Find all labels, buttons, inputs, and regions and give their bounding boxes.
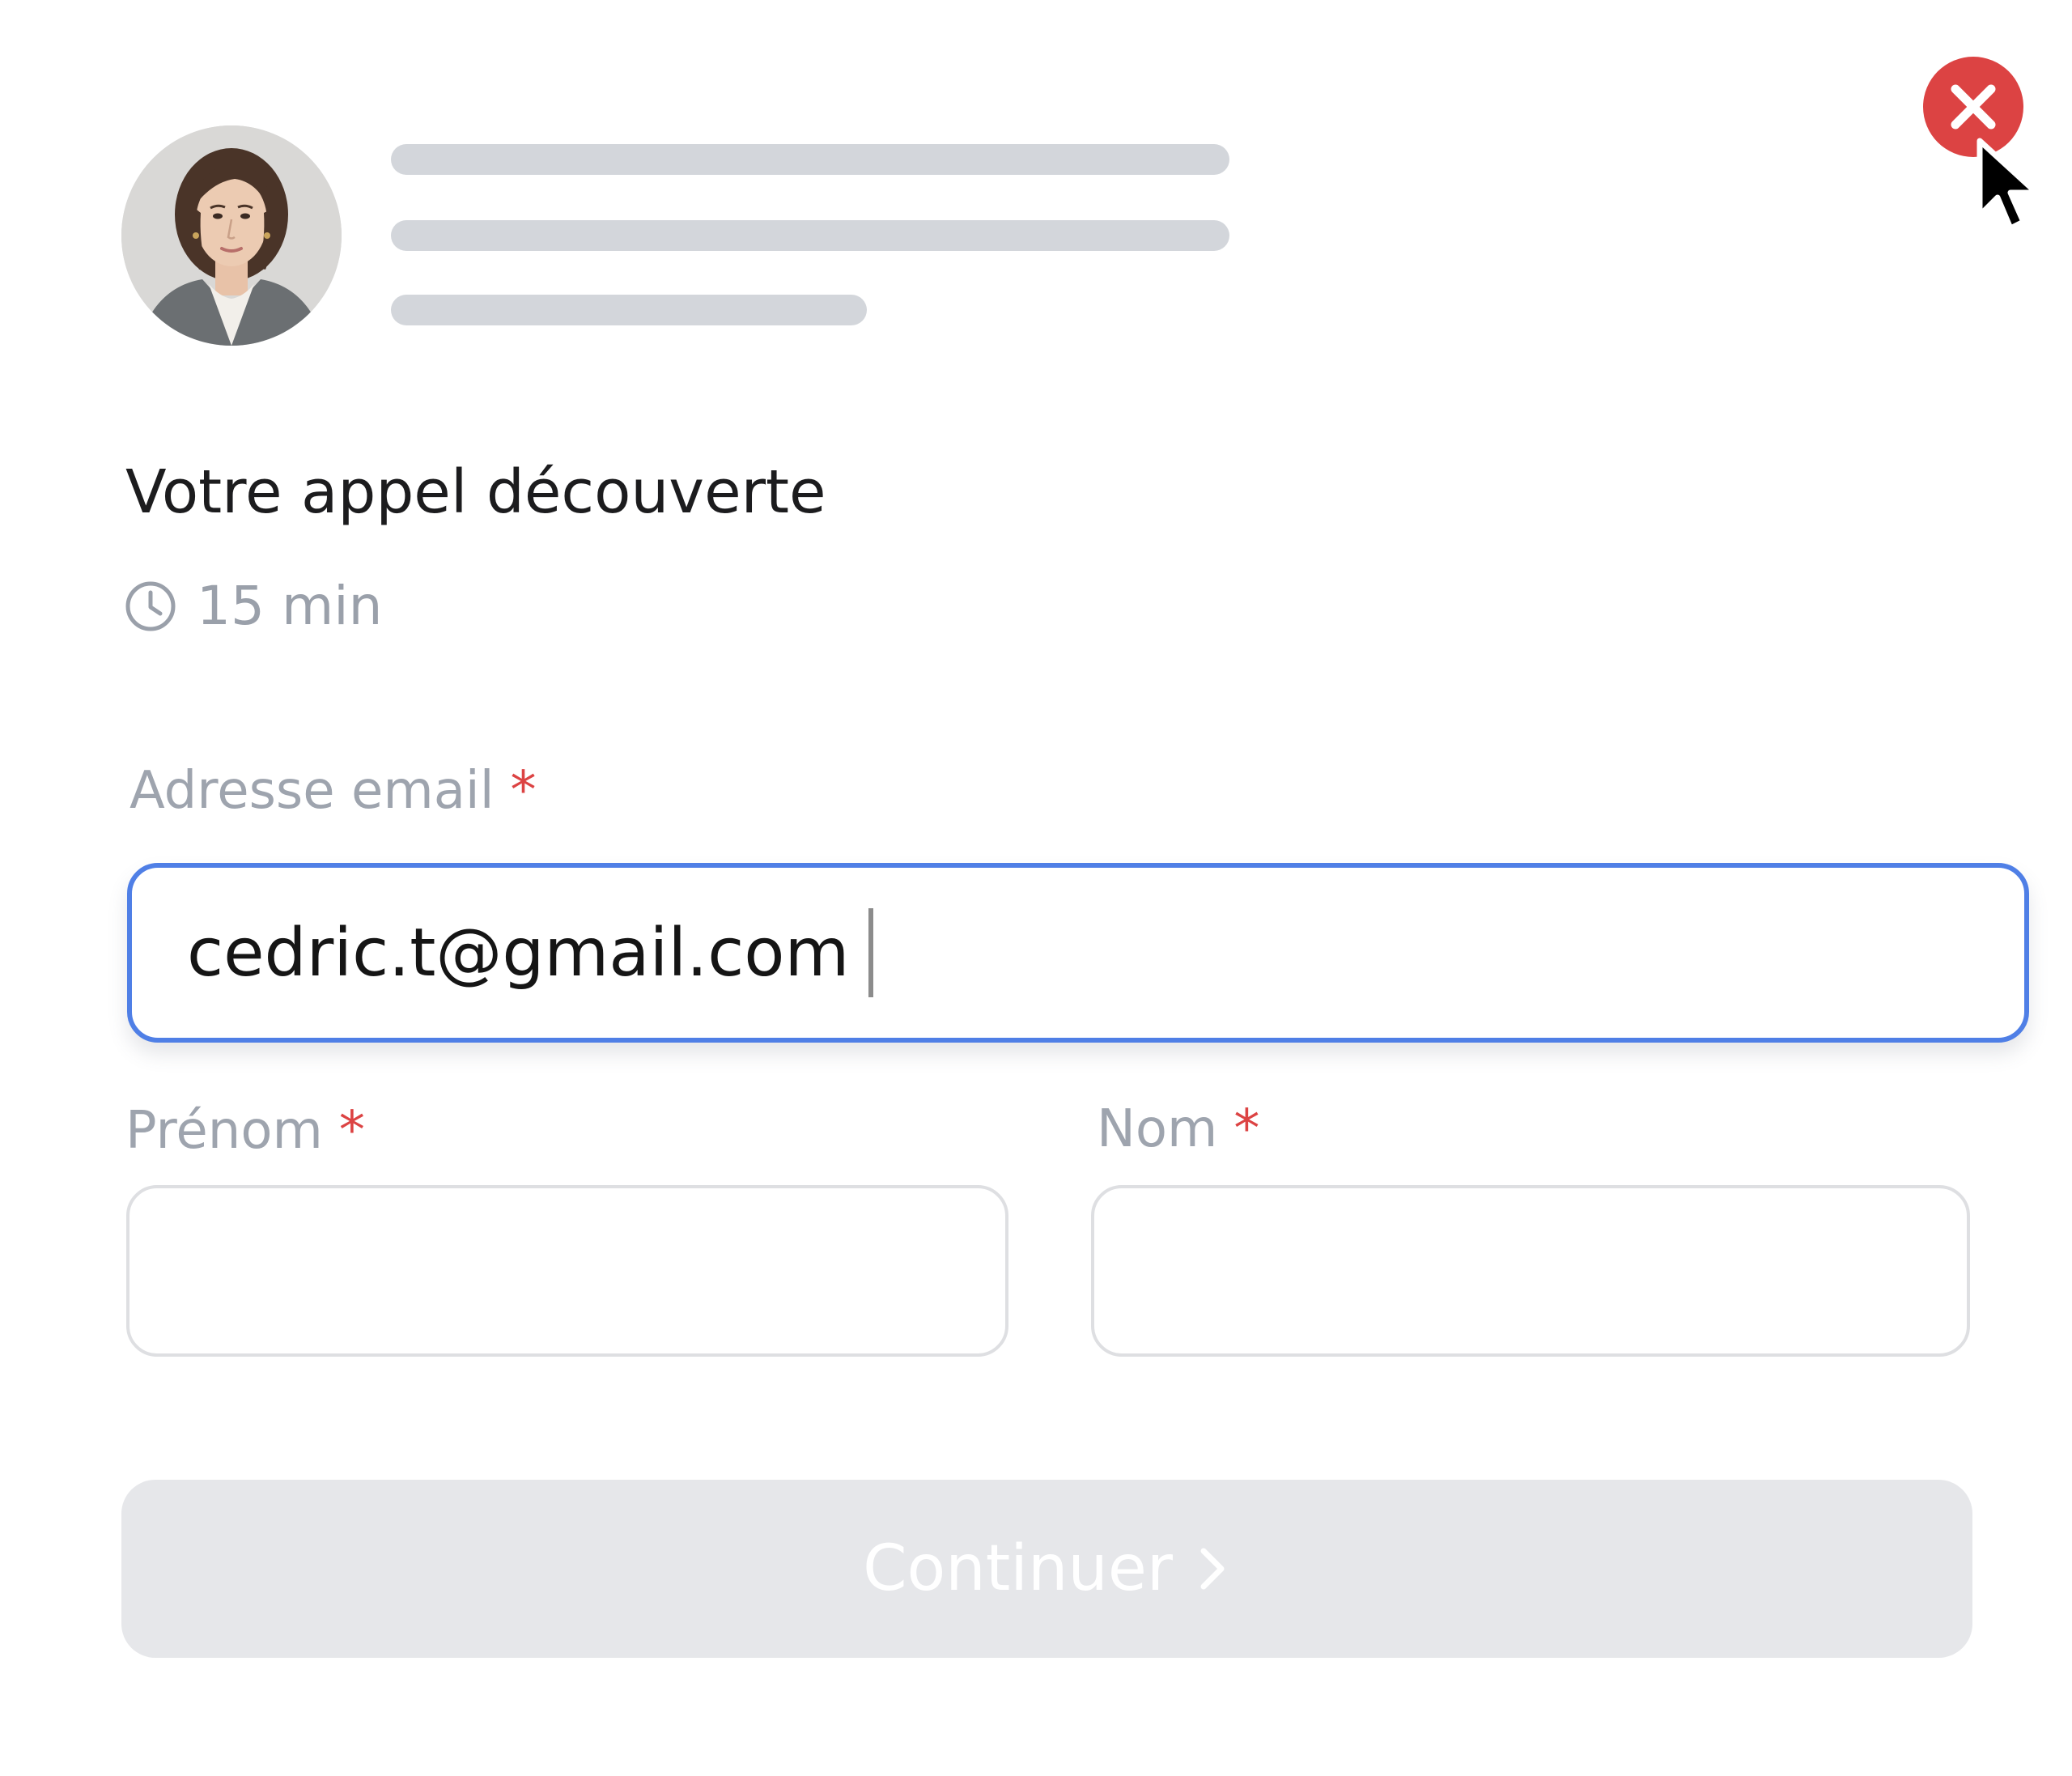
text-caret: [868, 908, 874, 997]
avatar: [121, 125, 342, 346]
close-icon: [1951, 84, 1996, 130]
event-title: Votre appel découverte: [125, 457, 826, 527]
booking-form-page: Votre appel découverte 15 min Adresse em…: [0, 0, 2072, 1776]
continue-button[interactable]: Continuer: [121, 1480, 1972, 1658]
continue-button-label: Continuer: [863, 1532, 1173, 1605]
clock-icon: [125, 581, 176, 631]
required-asterisk: *: [338, 1101, 365, 1161]
skeleton-line-2: [391, 220, 1229, 251]
last-name-label-text: Nom: [1097, 1099, 1218, 1159]
required-asterisk: *: [1233, 1099, 1260, 1159]
email-input[interactable]: cedric.t@gmail.com: [127, 863, 2029, 1043]
avatar-portrait-image: [121, 125, 342, 346]
required-asterisk: *: [510, 761, 537, 821]
chevron-right-icon: [1200, 1548, 1225, 1590]
mouse-cursor-icon: [1976, 138, 2040, 232]
last-name-input[interactable]: [1091, 1185, 1970, 1357]
first-name-label-text: Prénom: [125, 1101, 323, 1161]
first-name-label: Prénom *: [125, 1101, 365, 1161]
last-name-label: Nom *: [1097, 1099, 1259, 1159]
skeleton-line-3: [391, 295, 867, 325]
email-label-text: Adresse email: [130, 761, 495, 821]
email-input-value: cedric.t@gmail.com: [187, 914, 850, 992]
skeleton-line-1: [391, 144, 1229, 175]
duration-text: 15 min: [197, 575, 383, 637]
event-duration: 15 min: [124, 575, 382, 637]
first-name-input[interactable]: [126, 1185, 1008, 1357]
email-label: Adresse email *: [130, 761, 536, 821]
